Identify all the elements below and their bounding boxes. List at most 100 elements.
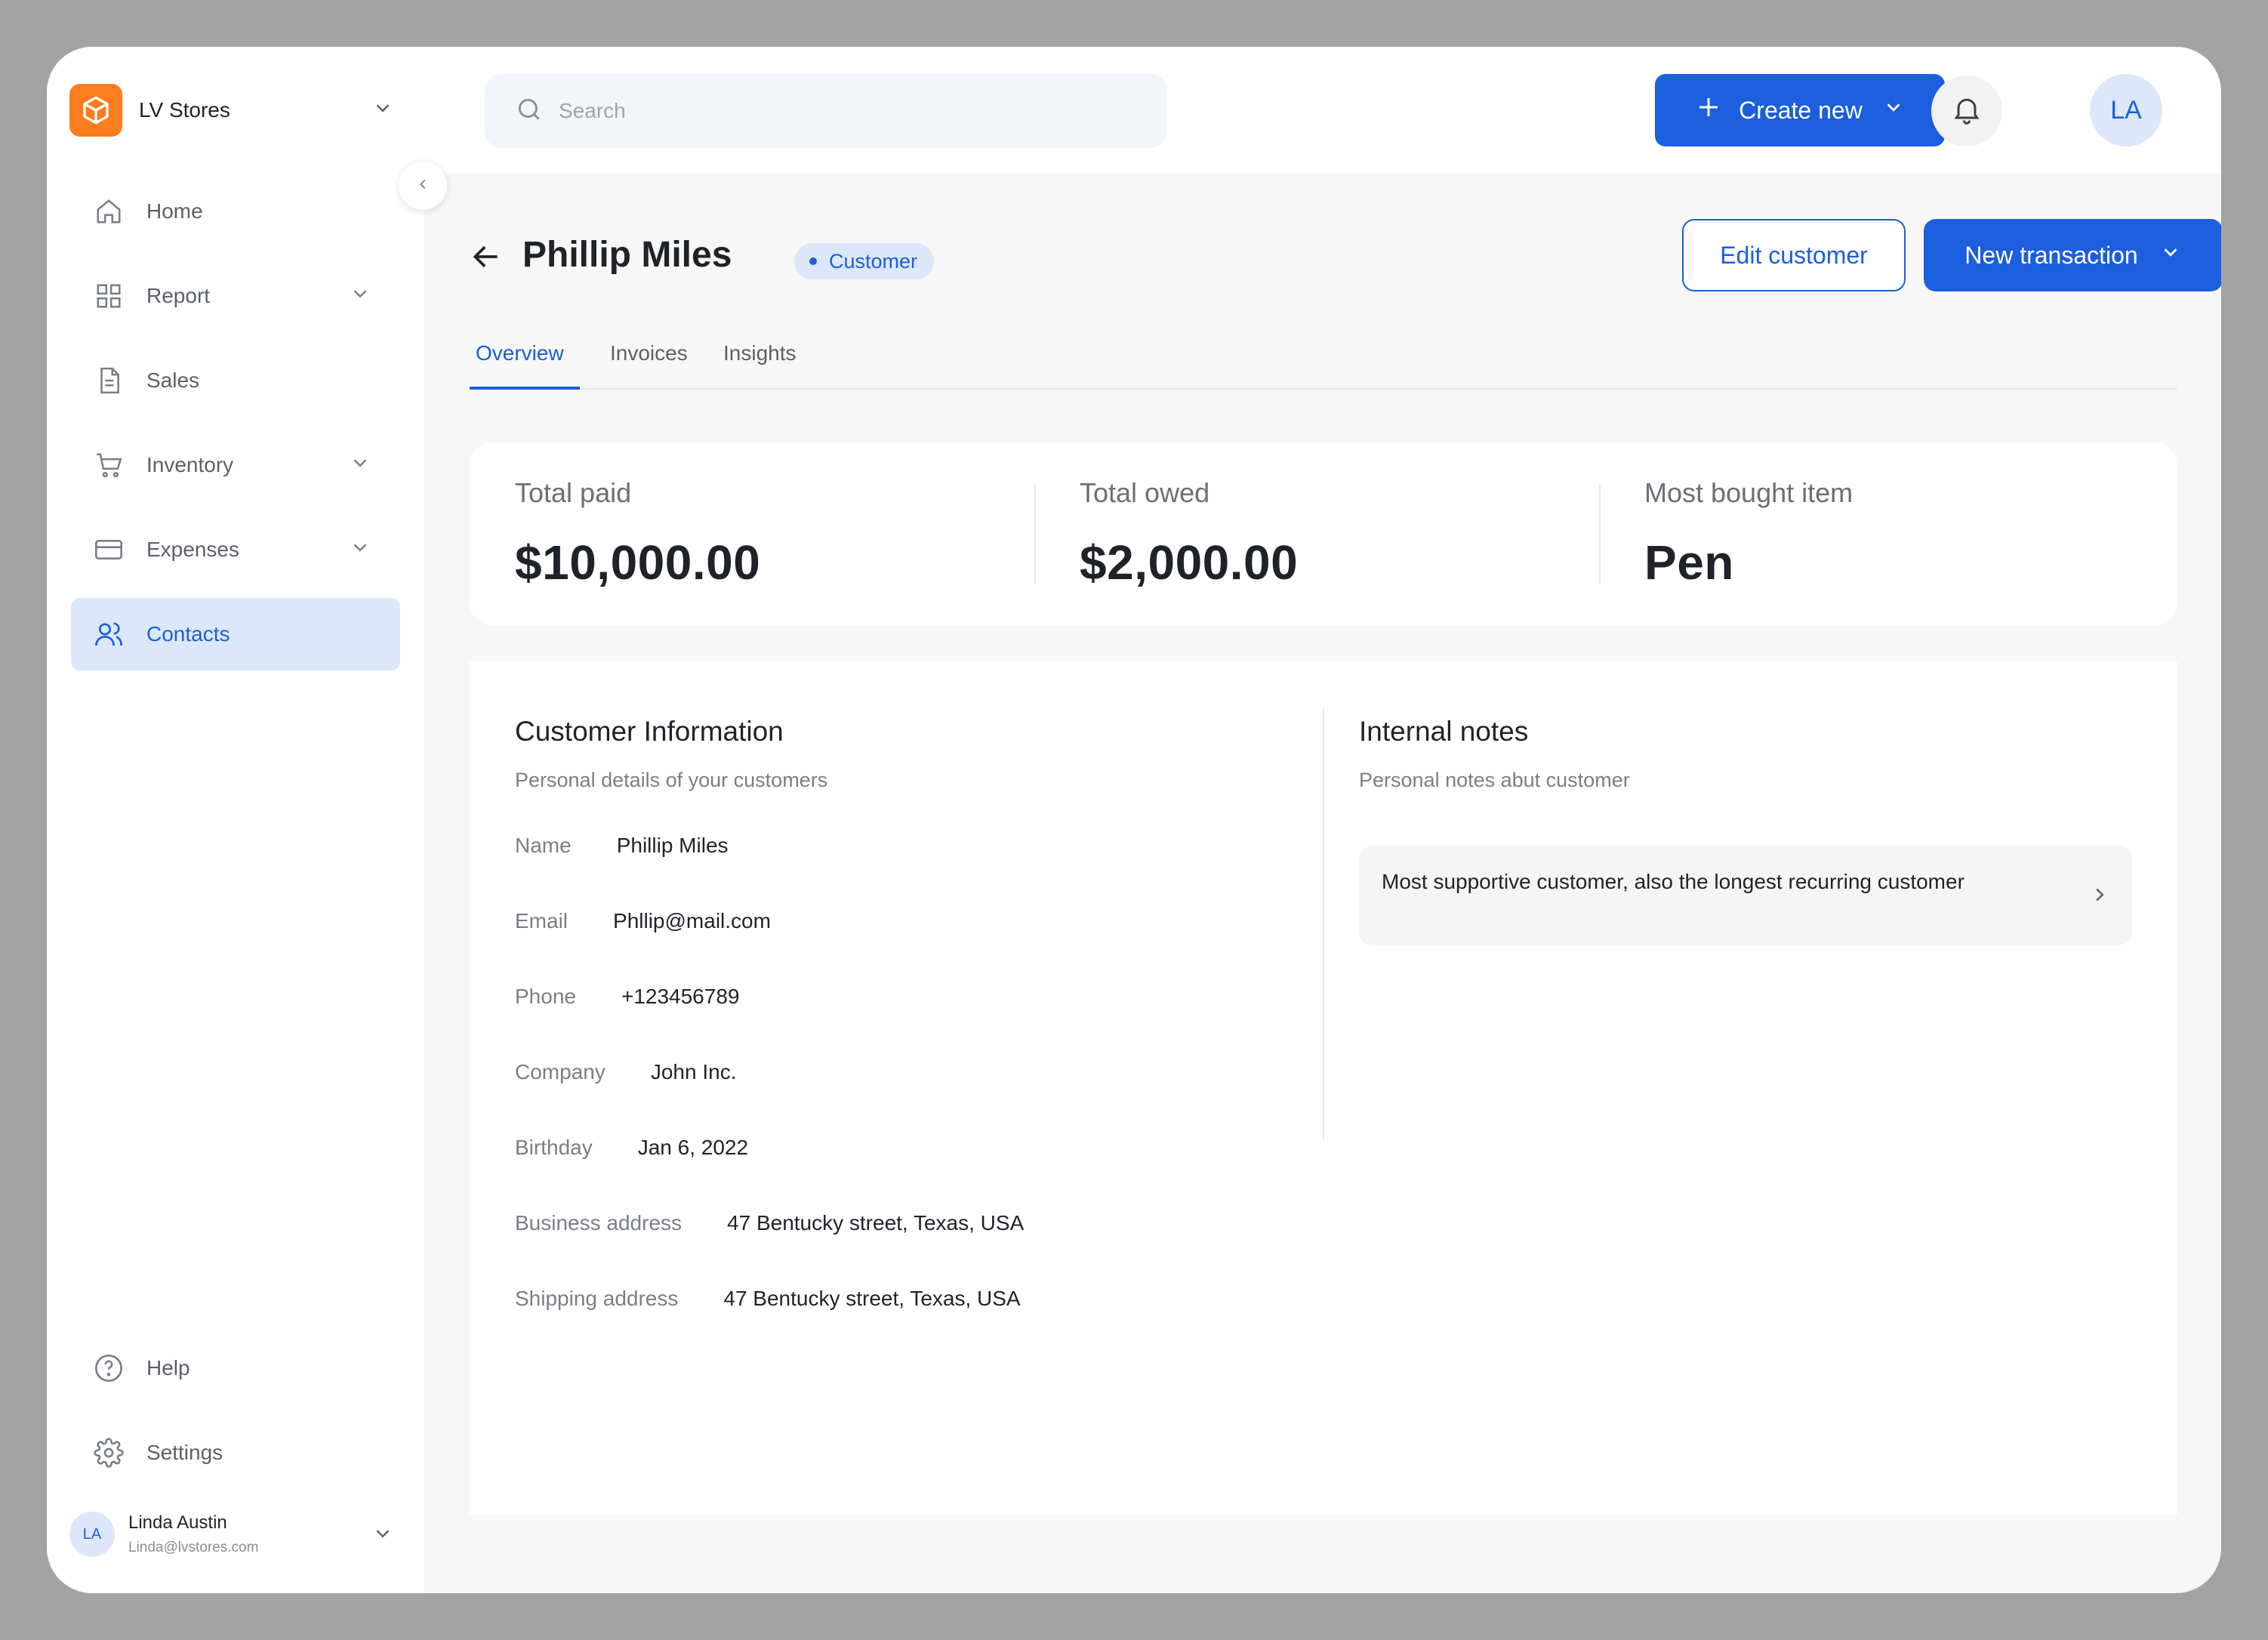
- sidebar-item-report[interactable]: Report: [71, 260, 400, 332]
- tab-invoices[interactable]: Invoices: [610, 341, 688, 388]
- tab-overview[interactable]: Overview: [476, 341, 564, 388]
- info-row-company: Company John Inc.: [515, 1060, 1024, 1136]
- info-row-birthday: Birthday Jan 6, 2022: [515, 1136, 1024, 1211]
- page-title: Phillip Miles: [522, 235, 732, 275]
- store-switcher[interactable]: LV Stores: [69, 83, 424, 137]
- collapse-sidebar-button[interactable]: [399, 162, 447, 210]
- document-icon: [94, 365, 124, 396]
- sidebar-item-settings[interactable]: Settings: [71, 1417, 400, 1489]
- search-icon: [515, 95, 544, 128]
- info-row-phone: Phone +123456789: [515, 985, 1024, 1060]
- create-new-button[interactable]: Create new: [1655, 74, 1945, 146]
- info-key: Business address: [515, 1211, 683, 1235]
- tab-bar: Overview Invoices Insights: [470, 334, 2177, 390]
- sidebar-item-help[interactable]: Help: [71, 1332, 400, 1404]
- search-placeholder: Search: [559, 99, 626, 122]
- avatar[interactable]: LA: [2090, 74, 2162, 146]
- sidebar-item-label: Inventory: [146, 453, 234, 476]
- section-subtitle: Personal details of your customers: [515, 769, 828, 791]
- sidebar-item-home[interactable]: Home: [71, 175, 400, 248]
- info-value: Phllip@mail.com: [613, 909, 771, 933]
- info-key: Birthday: [515, 1136, 593, 1159]
- cart-icon: [94, 450, 124, 480]
- sidebar-item-label: Help: [146, 1356, 190, 1380]
- sidebar: LV Stores Home Report Sales Inventory Ex…: [47, 47, 424, 1593]
- info-key: Name: [515, 834, 572, 857]
- main-content: Phillip Miles Customer Edit customer New…: [424, 174, 2221, 1593]
- edit-customer-button[interactable]: Edit customer: [1682, 219, 1906, 291]
- users-icon: [94, 619, 124, 649]
- page-header: Phillip Miles Customer Edit customer New…: [470, 219, 2221, 294]
- bell-icon: [1950, 93, 1983, 130]
- dot-icon: [809, 257, 817, 265]
- info-row-shipping-address: Shipping address 47 Bentucky street, Tex…: [515, 1287, 1024, 1362]
- badge-label: Customer: [829, 249, 918, 273]
- sidebar-item-sales[interactable]: Sales: [71, 344, 400, 417]
- internal-notes-header: Internal notes Personal notes abut custo…: [1359, 716, 1630, 792]
- stat-value: $10,000.00: [515, 535, 761, 590]
- plus-icon: [1695, 94, 1722, 127]
- new-transaction-button[interactable]: New transaction: [1924, 219, 2221, 291]
- info-key: Email: [515, 909, 569, 933]
- sidebar-item-label: Sales: [146, 368, 200, 392]
- sidebar-item-label: Settings: [146, 1441, 223, 1464]
- info-value: Jan 6, 2022: [637, 1136, 749, 1159]
- sidebar-item-label: Home: [146, 199, 203, 223]
- sidebar-item-inventory[interactable]: Inventory: [71, 429, 400, 501]
- info-value: Phillip Miles: [616, 834, 729, 857]
- sidebar-nav: Home Report Sales Inventory Expenses Con…: [71, 175, 400, 683]
- tab-insights[interactable]: Insights: [723, 341, 797, 388]
- info-row-email: Email Phllip@mail.com: [515, 909, 1024, 985]
- chevron-down-icon: [349, 536, 371, 564]
- info-value: 47 Bentucky street, Texas, USA: [727, 1211, 1025, 1235]
- internal-note-item[interactable]: Most supportive customer, also the longe…: [1359, 846, 2132, 945]
- user-details: Linda Austin Linda@lvstores.com: [128, 1512, 258, 1556]
- stat-total-paid: Total paid $10,000.00: [515, 477, 760, 590]
- create-new-label: Create new: [1739, 96, 1863, 124]
- stat-label: Most bought item: [1644, 477, 1854, 508]
- sidebar-item-contacts[interactable]: Contacts: [71, 598, 400, 670]
- avatar: LA: [69, 1512, 115, 1557]
- sidebar-item-expenses[interactable]: Expenses: [71, 513, 400, 586]
- sidebar-item-label: Report: [146, 284, 211, 307]
- section-title: Customer Information: [515, 716, 784, 747]
- chevron-down-icon: [371, 1522, 394, 1549]
- top-bar: Search Create new LA: [424, 47, 2221, 174]
- home-icon: [94, 196, 124, 227]
- customer-details-card: Customer Information Personal details of…: [470, 661, 2177, 1515]
- info-key: Phone: [515, 985, 576, 1008]
- notifications-button[interactable]: [1931, 76, 2002, 146]
- stat-total-owed: Total owed $2,000.00: [1080, 477, 1298, 590]
- customer-info-header: Customer Information Personal details of…: [515, 716, 827, 792]
- divider: [1323, 708, 1324, 1140]
- stat-value: $2,000.00: [1080, 535, 1299, 590]
- new-transaction-label: New transaction: [1964, 241, 2138, 269]
- user-name: Linda Austin: [128, 1512, 227, 1533]
- customer-info-list: Name Phillip Miles Email Phllip@mail.com…: [515, 834, 1024, 1362]
- sidebar-bottom-nav: Help Settings: [71, 1332, 400, 1501]
- divider: [1034, 485, 1036, 584]
- tab-label: Invoices: [610, 341, 688, 365]
- active-tab-indicator: [470, 387, 580, 390]
- box-icon: [69, 84, 122, 137]
- credit-card-icon: [94, 535, 124, 565]
- chevron-left-icon: [414, 176, 431, 196]
- sidebar-item-label: Contacts: [146, 622, 230, 646]
- divider: [1599, 485, 1601, 584]
- info-key: Shipping address: [515, 1287, 679, 1310]
- info-value: 47 Bentucky street, Texas, USA: [723, 1287, 1021, 1310]
- info-row-name: Name Phillip Miles: [515, 834, 1024, 909]
- sidebar-item-label: Expenses: [146, 538, 239, 561]
- gear-icon: [94, 1438, 124, 1468]
- user-email: Linda@lvstores.com: [128, 1540, 259, 1555]
- search-input[interactable]: Search: [485, 74, 1167, 148]
- back-arrow-icon[interactable]: [470, 240, 503, 277]
- grid-icon: [94, 281, 124, 311]
- stat-value: Pen: [1644, 535, 1734, 590]
- info-key: Company: [515, 1060, 606, 1084]
- user-profile-menu[interactable]: LA Linda Austin Linda@lvstores.com: [69, 1504, 402, 1564]
- store-name: LV Stores: [139, 98, 230, 122]
- device-frame: LV Stores Home Report Sales Inventory Ex…: [0, 0, 2268, 1640]
- app-screen: LV Stores Home Report Sales Inventory Ex…: [47, 47, 2221, 1593]
- note-text: Most supportive customer, also the longe…: [1382, 870, 1964, 893]
